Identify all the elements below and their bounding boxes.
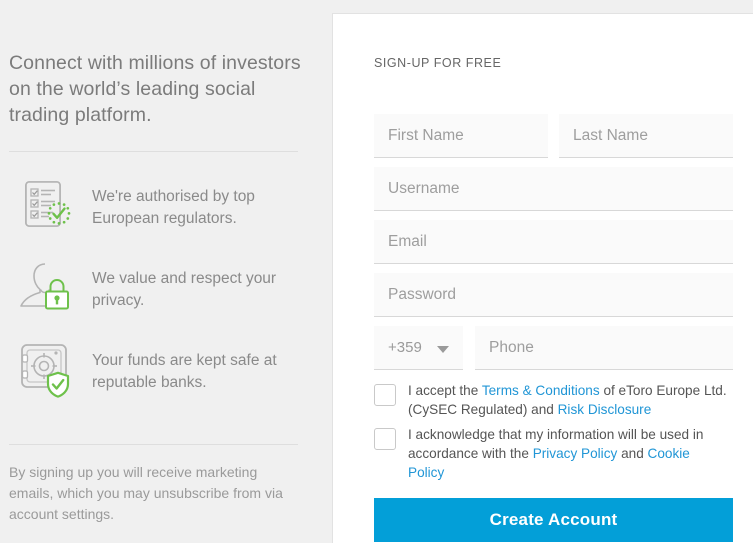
email-input[interactable]	[374, 220, 733, 264]
feature-label: We value and respect your privacy.	[92, 270, 277, 309]
create-account-button[interactable]: Create Account	[374, 498, 733, 542]
password-row	[374, 273, 733, 317]
first-name-input[interactable]	[374, 114, 548, 158]
terms-label: I accept the Terms & Conditions of eToro…	[408, 381, 728, 419]
marketing-panel: Connect with millions of investors on th…	[0, 0, 332, 543]
checklist-eu-icon	[16, 176, 78, 238]
privacy-row: I acknowledge that my information will b…	[374, 425, 733, 482]
feature-label: Your funds are kept safe at reputable ba…	[92, 352, 277, 391]
feature-list: We're authorised by top European regulat…	[9, 176, 309, 422]
username-input[interactable]	[374, 167, 733, 211]
country-code-select[interactable]: +359	[374, 326, 463, 370]
feature-item: We value and respect your privacy.	[9, 258, 309, 324]
phone-input[interactable]	[475, 326, 733, 370]
last-name-input[interactable]	[559, 114, 733, 158]
password-input[interactable]	[374, 273, 733, 317]
feature-item: Your funds are kept safe at reputable ba…	[9, 340, 309, 406]
phone-row: +359	[374, 326, 733, 370]
safe-shield-icon	[16, 340, 78, 402]
privacy-middle: and	[617, 446, 648, 461]
email-row	[374, 220, 733, 264]
terms-prefix: I accept the	[408, 383, 482, 398]
country-code-value: +359	[388, 339, 422, 356]
chevron-down-icon	[437, 346, 449, 353]
privacy-label: I acknowledge that my information will b…	[408, 425, 728, 482]
signup-card: SIGN-UP FOR FREE +359	[332, 13, 753, 543]
privacy-policy-link[interactable]: Privacy Policy	[533, 446, 618, 461]
marketing-footnote: By signing up you will receive marketing…	[9, 464, 283, 522]
signup-page: Connect with millions of investors on th…	[0, 0, 753, 543]
divider-top	[9, 151, 298, 152]
feature-label: We're authorised by top European regulat…	[92, 188, 255, 227]
terms-row: I accept the Terms & Conditions of eToro…	[374, 381, 733, 419]
risk-disclosure-link[interactable]: Risk Disclosure	[558, 402, 652, 417]
terms-conditions-link[interactable]: Terms & Conditions	[482, 383, 600, 398]
feature-item: We're authorised by top European regulat…	[9, 176, 309, 242]
name-row	[374, 114, 733, 158]
page-headline: Connect with millions of investors on th…	[9, 52, 301, 126]
person-lock-icon	[16, 258, 78, 320]
divider-bottom	[9, 444, 298, 445]
privacy-checkbox[interactable]	[374, 428, 396, 450]
username-row	[374, 167, 733, 211]
terms-checkbox[interactable]	[374, 384, 396, 406]
form-title: SIGN-UP FOR FREE	[374, 56, 502, 70]
signup-form: +359 I accept the Terms & Conditions of …	[374, 114, 733, 542]
